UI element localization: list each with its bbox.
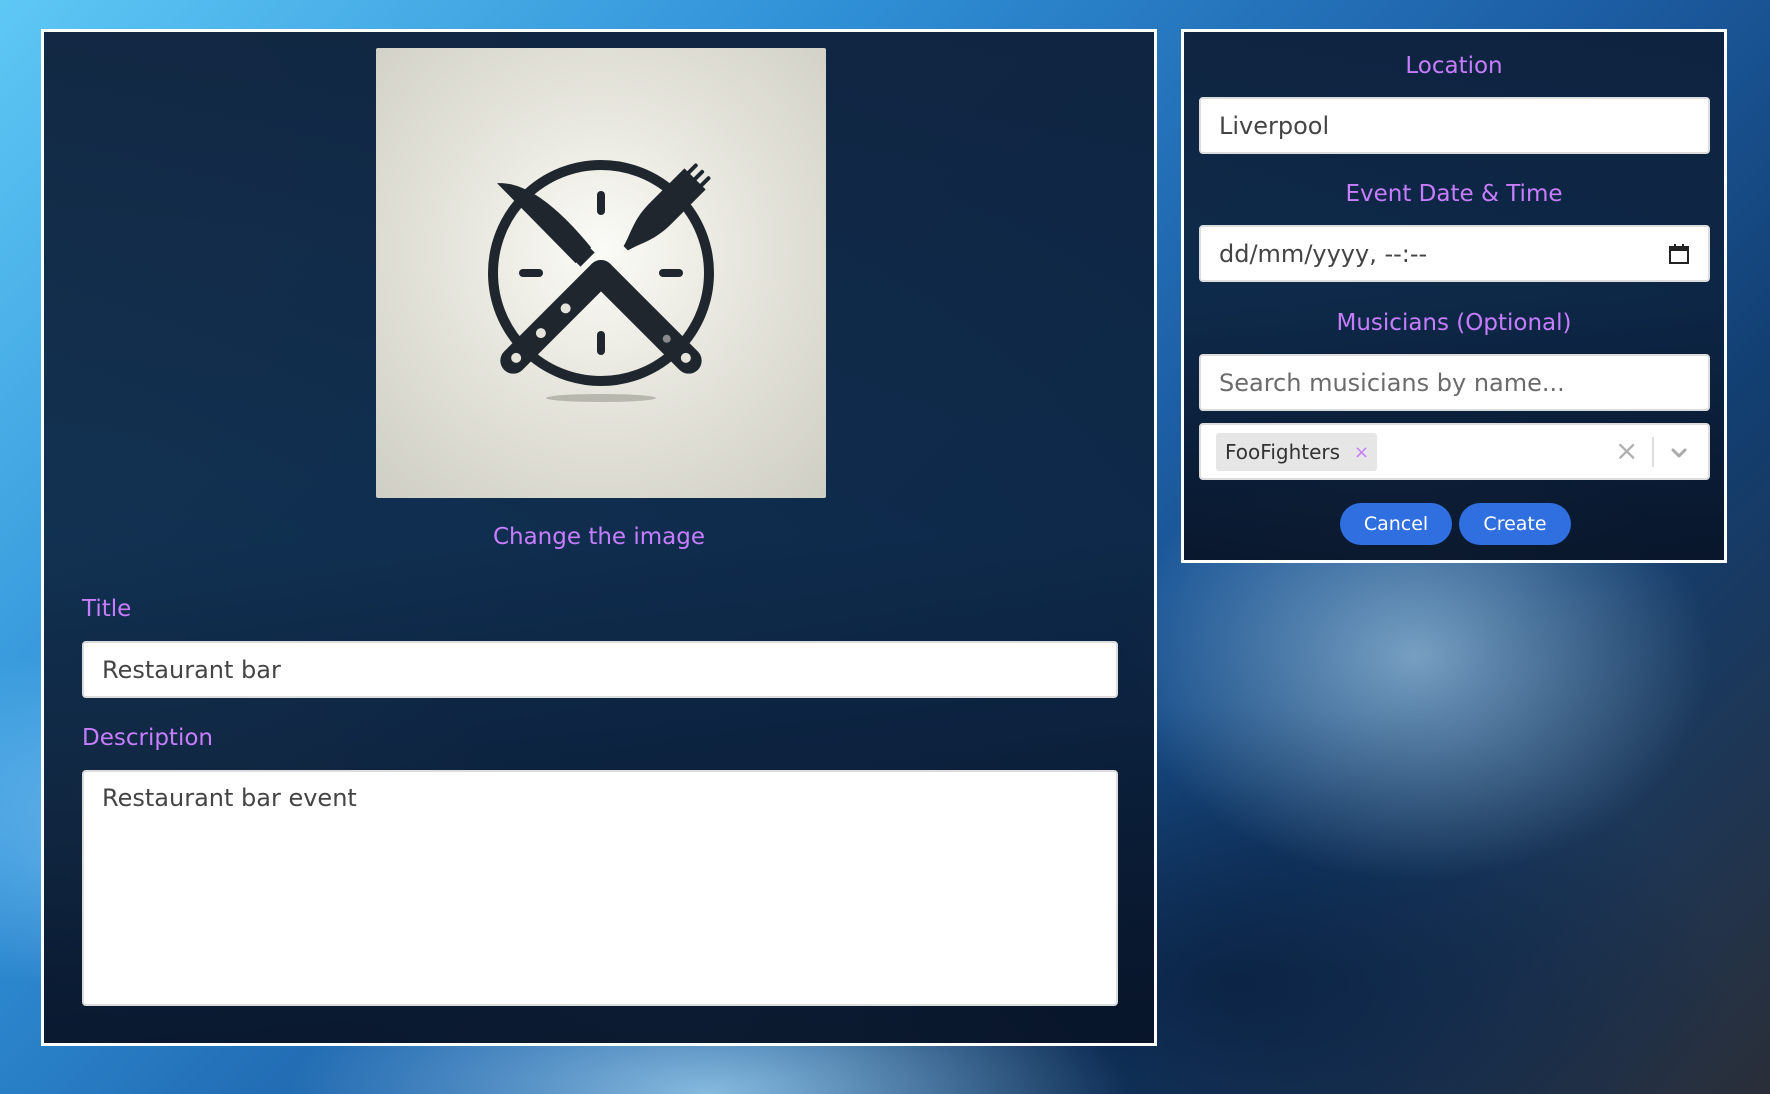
event-settings-panel: Location Liverpool Event Date & Time dd/…: [1181, 29, 1727, 563]
datetime-placeholder: dd/mm/yyyy, --:--: [1219, 239, 1428, 268]
change-image-link[interactable]: Change the image: [44, 524, 1154, 550]
chevron-down-icon[interactable]: [1669, 443, 1689, 463]
location-input[interactable]: Liverpool: [1199, 97, 1710, 154]
musician-search-placeholder: Search musicians by name...: [1219, 368, 1565, 397]
event-details-panel: Change the image Title Restaurant bar De…: [41, 29, 1157, 1046]
location-value: Liverpool: [1219, 111, 1330, 140]
remove-musician-icon[interactable]: ×: [1354, 442, 1369, 463]
title-label: Title: [82, 596, 132, 622]
musician-search-input[interactable]: Search musicians by name...: [1199, 354, 1710, 411]
title-input[interactable]: Restaurant bar: [82, 641, 1118, 698]
cancel-button[interactable]: Cancel: [1340, 503, 1452, 545]
description-textarea[interactable]: Restaurant bar event: [82, 770, 1118, 1006]
calendar-icon[interactable]: [1668, 243, 1690, 265]
event-datetime-label: Event Date & Time: [1345, 181, 1563, 207]
description-value: Restaurant bar event: [102, 784, 357, 812]
event-image: [376, 48, 826, 498]
description-label: Description: [82, 725, 213, 751]
musicians-multiselect[interactable]: FooFighters × ×: [1199, 423, 1710, 480]
title-value: Restaurant bar: [102, 655, 281, 684]
event-datetime-input[interactable]: dd/mm/yyyy, --:--: [1199, 225, 1710, 282]
musicians-label: Musicians (Optional): [1336, 310, 1572, 336]
fork-knife-clock-icon: [488, 160, 714, 402]
location-label: Location: [1405, 53, 1503, 79]
musician-tag-label: FooFighters: [1225, 440, 1341, 464]
select-divider: [1652, 437, 1654, 467]
clear-selection-icon[interactable]: ×: [1615, 437, 1638, 465]
create-button[interactable]: Create: [1459, 503, 1571, 545]
selected-musician-tag: FooFighters ×: [1216, 433, 1378, 471]
